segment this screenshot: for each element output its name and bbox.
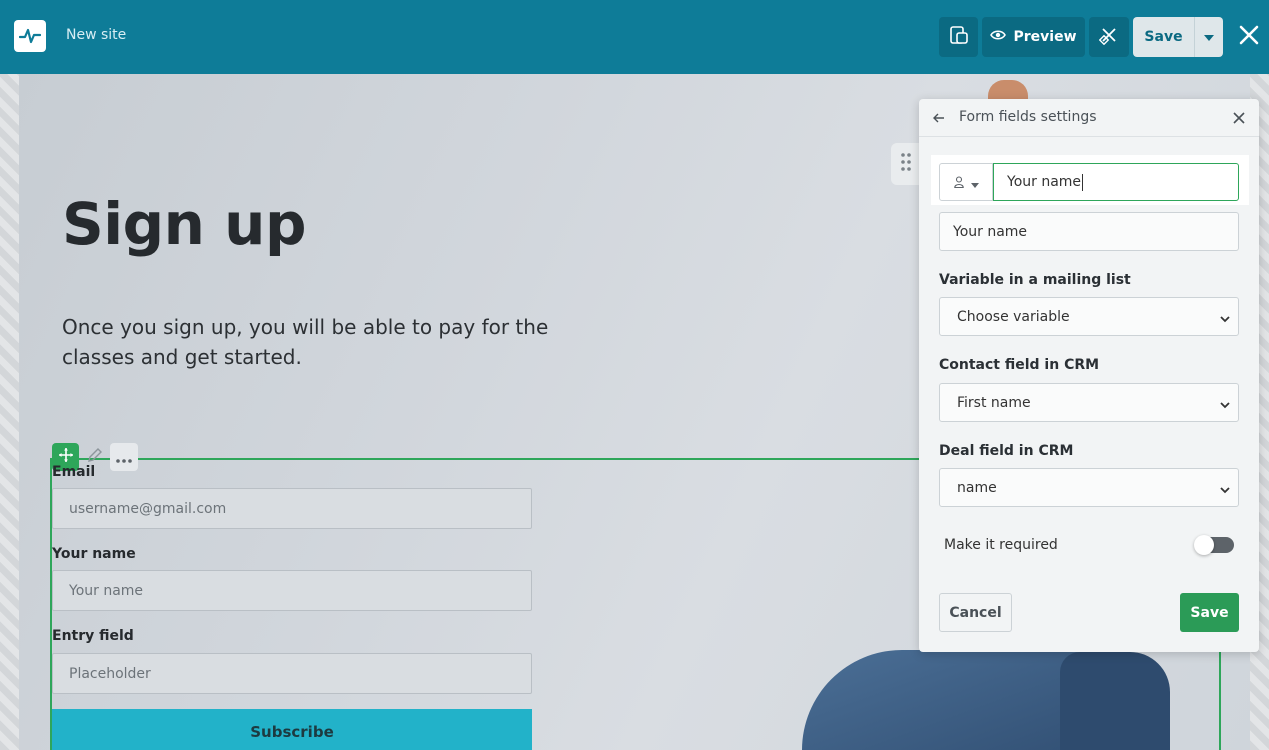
field-label-value: Your name	[1007, 174, 1082, 190]
eye-icon	[990, 29, 1007, 45]
chevron-down-icon	[1220, 482, 1230, 498]
chevron-down-icon	[1220, 397, 1230, 413]
panel-header: Form fields settings	[919, 99, 1259, 137]
more-options-button[interactable]	[110, 443, 138, 471]
close-editor-button[interactable]	[1236, 23, 1262, 51]
app-logo-icon[interactable]	[14, 20, 46, 52]
crm-contact-value: First name	[957, 394, 1031, 411]
drag-grip-icon	[901, 153, 911, 175]
crm-deal-select[interactable]: name	[939, 468, 1239, 507]
entry-field-label: Entry field	[52, 628, 134, 644]
hero-title[interactable]: Sign up	[62, 190, 306, 258]
name-field[interactable]: Your name	[52, 570, 532, 611]
entry-field[interactable]: Placeholder	[52, 653, 532, 694]
save-options-dropdown[interactable]	[1194, 17, 1223, 57]
back-button[interactable]	[931, 109, 947, 125]
close-icon	[1233, 109, 1245, 128]
design-tools-icon	[1098, 25, 1119, 49]
save-button[interactable]: Save	[1133, 17, 1194, 57]
user-icon	[953, 173, 964, 192]
text-cursor	[1082, 173, 1084, 191]
panel-title: Form fields settings	[959, 109, 1097, 125]
close-icon	[1239, 25, 1259, 49]
hero-text[interactable]: Once you sign up, you will be able to pa…	[62, 312, 582, 372]
mobile-view-button[interactable]	[939, 17, 978, 57]
design-tools-button[interactable]	[1089, 17, 1129, 57]
caret-down-icon	[970, 173, 979, 192]
field-label-input[interactable]: Your name	[993, 163, 1239, 201]
mailing-list-value: Choose variable	[957, 308, 1070, 325]
crm-contact-select[interactable]: First name	[939, 383, 1239, 422]
mailing-list-select[interactable]: Choose variable	[939, 297, 1239, 336]
top-bar: New site Preview Save	[0, 0, 1269, 74]
panel-drag-handle[interactable]	[891, 143, 921, 185]
subscribe-button[interactable]: Subscribe	[52, 709, 532, 750]
chevron-down-icon	[1220, 311, 1230, 327]
form-fields-settings-panel: Form fields settings Your name Your name…	[919, 99, 1259, 652]
site-name[interactable]: New site	[66, 27, 126, 43]
preview-label: Preview	[1013, 29, 1077, 45]
crm-contact-label: Contact field in CRM	[939, 357, 1100, 373]
name-label: Your name	[52, 546, 136, 562]
canvas-margin-left	[0, 74, 19, 750]
toggle-knob	[1194, 535, 1214, 555]
mailing-list-label: Variable in a mailing list	[939, 272, 1131, 288]
preview-button[interactable]: Preview	[982, 17, 1085, 57]
close-panel-button[interactable]	[1231, 110, 1247, 126]
email-field[interactable]: username@gmail.com	[52, 488, 532, 529]
crm-deal-label: Deal field in CRM	[939, 443, 1074, 459]
email-label: Email	[52, 464, 96, 480]
device-switch-icon	[949, 25, 969, 49]
cancel-button[interactable]: Cancel	[939, 593, 1012, 632]
arrow-left-icon	[933, 108, 945, 127]
crm-deal-value: name	[957, 479, 997, 496]
more-dots-icon	[116, 448, 132, 467]
placeholder-input[interactable]: Your name	[939, 212, 1239, 251]
caret-down-icon	[1204, 29, 1214, 45]
required-toggle[interactable]	[1194, 535, 1234, 555]
field-icon-picker[interactable]	[939, 163, 993, 201]
panel-save-button[interactable]: Save	[1180, 593, 1239, 632]
required-label: Make it required	[944, 537, 1058, 553]
